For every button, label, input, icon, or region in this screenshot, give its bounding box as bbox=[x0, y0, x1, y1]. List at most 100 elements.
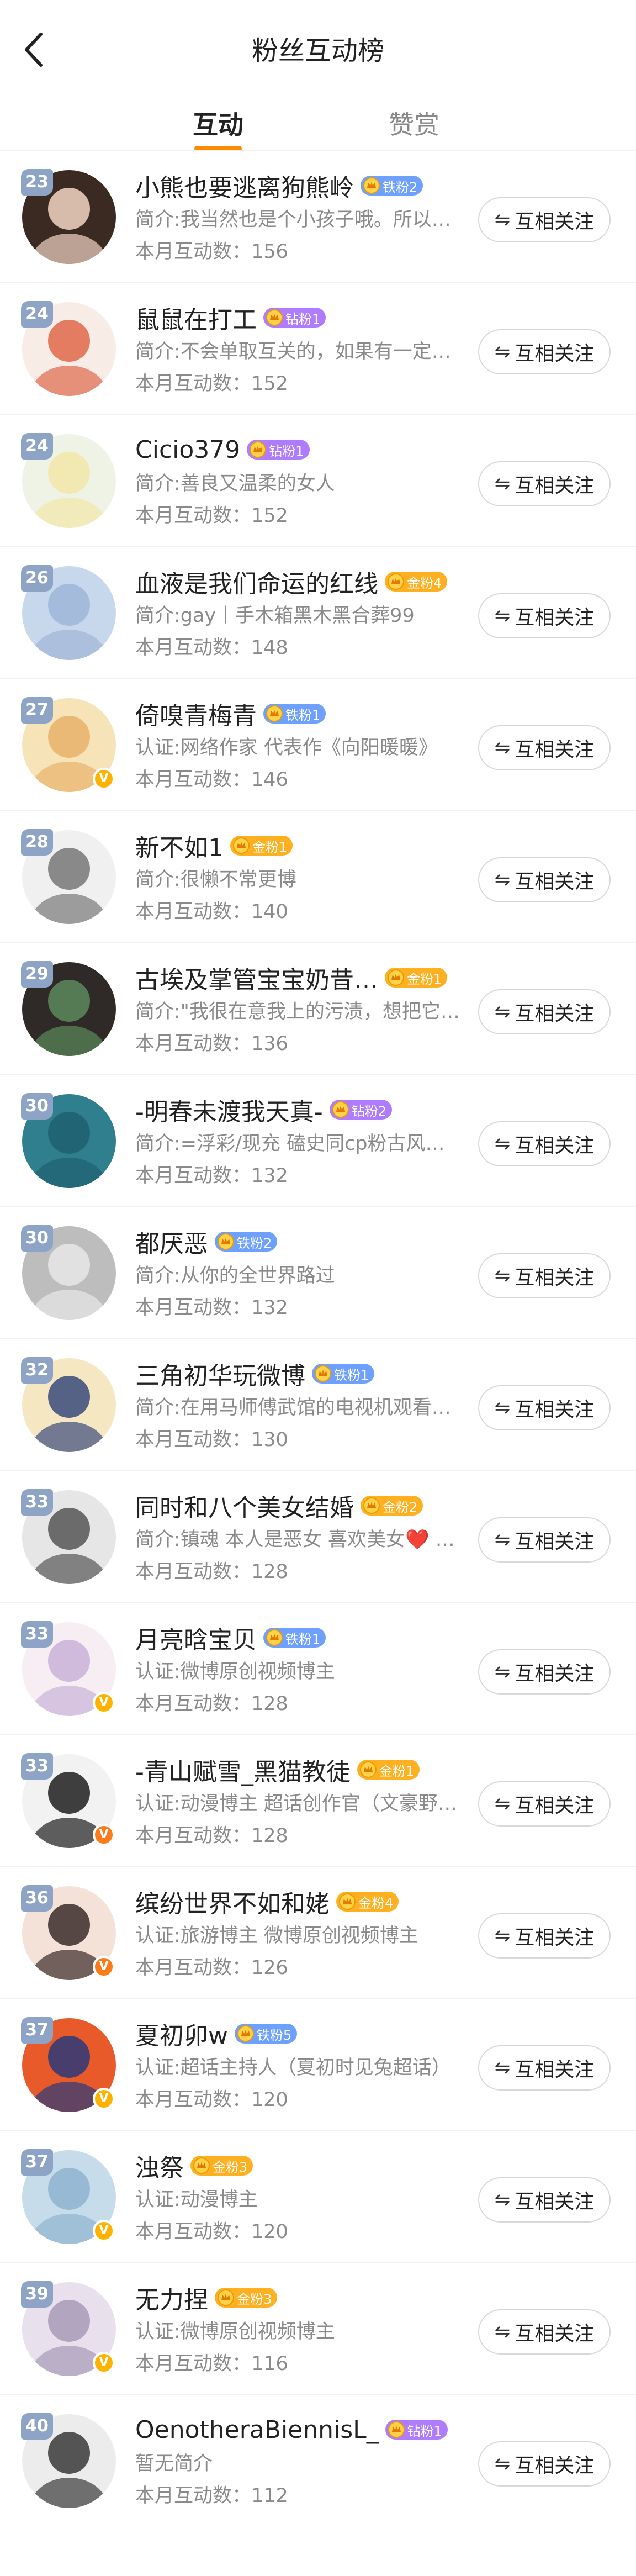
list-item[interactable]: 26 血液是我们命运的红线 金粉4 简介:gay丨手木箱黑木黑合葬99 本月互动… bbox=[0, 546, 636, 678]
list-item[interactable]: 37 V 夏初卯w 铁粉5 认证:超话主持人（夏初时见兔超话） 本月互动数：12… bbox=[0, 1998, 636, 2130]
user-name[interactable]: 无力捏 bbox=[135, 2280, 208, 2315]
list-item[interactable]: 39 V 无力捏 金粉3 认证:微博原创视频博主 本月互动数：116 ⇋ 互相关… bbox=[0, 2262, 636, 2394]
user-name[interactable]: 缤纷世界不如和姥 bbox=[135, 1884, 330, 1919]
user-name[interactable]: 三角初华玩微博 bbox=[135, 1356, 305, 1391]
mutual-follow-button[interactable]: ⇋ 互相关注 bbox=[478, 1385, 611, 1430]
follow-button-label: 互相关注 bbox=[515, 2454, 595, 2477]
avatar-wrapper[interactable]: 33 bbox=[21, 1489, 116, 1584]
user-info: 都厌恶 铁粉2 简介:从你的全世界路过 本月互动数：132 bbox=[135, 1223, 467, 1324]
list-item[interactable]: 30 都厌恶 铁粉2 简介:从你的全世界路过 本月互动数：132 ⇋ 互相关注 bbox=[0, 1206, 636, 1338]
user-name[interactable]: 浊祭 bbox=[135, 2148, 184, 2183]
avatar-wrapper[interactable]: 23 bbox=[21, 169, 116, 264]
mutual-follow-button[interactable]: ⇋ 互相关注 bbox=[478, 2441, 611, 2487]
fan-crown-icon bbox=[388, 2421, 405, 2438]
user-name[interactable]: 月亮晗宝贝 bbox=[135, 1620, 257, 1655]
mutual-follow-button[interactable]: ⇋ 互相关注 bbox=[478, 593, 611, 638]
user-info: 小熊也要逃离狗熊岭 铁粉2 简介:我当然也是个小孩子哦。所以这里什么 本月互动数… bbox=[135, 167, 467, 268]
avatar-wrapper[interactable]: 40 bbox=[21, 2413, 116, 2508]
avatar-wrapper[interactable]: 27 V bbox=[21, 697, 116, 792]
user-name[interactable]: 鼠鼠在打工 bbox=[135, 300, 257, 335]
list-item[interactable]: 30 -明春未渡我天真- 钻粉2 简介:=浮彩/现充 磕史同cp粉古风文写手 本… bbox=[0, 1074, 636, 1206]
avatar-wrapper[interactable]: 29 bbox=[21, 961, 116, 1056]
user-name[interactable]: 都厌恶 bbox=[135, 1224, 208, 1259]
avatar-wrapper[interactable]: 36 V bbox=[21, 1885, 116, 1980]
user-info: 夏初卯w 铁粉5 认证:超话主持人（夏初时见兔超话） 本月互动数：120 bbox=[135, 2015, 467, 2116]
avatar-wrapper[interactable]: 26 bbox=[21, 565, 116, 660]
mutual-follow-button[interactable]: ⇋ 互相关注 bbox=[478, 1253, 611, 1298]
list-item[interactable]: 28 新不如1 金粉1 简介:很懒不常更博 本月互动数：140 ⇋ 互相关注 bbox=[0, 810, 636, 942]
list-item[interactable]: 33 同时和八个美女结婚 金粉2 简介:镇魂 本人是恶女 喜欢美女❤️ 写… 本… bbox=[0, 1470, 636, 1602]
avatar-wrapper[interactable]: 24 bbox=[21, 301, 116, 396]
mutual-follow-button[interactable]: ⇋ 互相关注 bbox=[478, 2045, 611, 2091]
list-item[interactable]: 37 V 浊祭 金粉3 认证:动漫博主 本月互动数：120 ⇋ 互相关注 bbox=[0, 2130, 636, 2262]
mutual-follow-button[interactable]: ⇋ 互相关注 bbox=[478, 329, 611, 374]
rank-badge: 26 bbox=[21, 565, 53, 592]
mutual-follow-button[interactable]: ⇋ 互相关注 bbox=[478, 1121, 611, 1166]
fan-level-label: 铁粉5 bbox=[257, 2027, 292, 2043]
list-item[interactable]: 32 三角初华玩微博 铁粉1 简介:在用马师傅武馆的电视机观看少年跳 本月互动数… bbox=[0, 1338, 636, 1470]
follow-button-label: 互相关注 bbox=[515, 2058, 595, 2081]
follow-button-label: 互相关注 bbox=[515, 606, 595, 629]
user-name[interactable]: -青山赋雪_黑猫教徒 bbox=[135, 1752, 351, 1787]
interaction-count: 本月互动数：132 bbox=[135, 1297, 288, 1319]
list-item[interactable]: 36 V 缤纷世界不如和姥 金粉4 认证:旅游博主 微博原创视频博主 本月互动数… bbox=[0, 1866, 636, 1998]
list-item[interactable]: 24 Cicio379 钻粉1 简介:善良又温柔的女人 本月互动数：152 ⇋ … bbox=[0, 414, 636, 546]
list-item[interactable]: 33 V -青山赋雪_黑猫教徒 金粉1 认证:动漫博主 超话创作官（文豪野犬超 … bbox=[0, 1734, 636, 1866]
fan-level-label: 金粉3 bbox=[213, 2159, 248, 2175]
fan-level-badge: 钻粉1 bbox=[385, 2420, 448, 2440]
avatar-wrapper[interactable]: 32 bbox=[21, 1357, 116, 1452]
fan-level-badge: 铁粉2 bbox=[361, 176, 423, 196]
avatar-wrapper[interactable]: 30 bbox=[21, 1225, 116, 1320]
mutual-follow-button[interactable]: ⇋ 互相关注 bbox=[478, 197, 611, 242]
mutual-follow-icon: ⇋ bbox=[494, 2453, 511, 2475]
user-name[interactable]: 古埃及掌管宝宝奶昔… bbox=[135, 960, 378, 995]
mutual-follow-button[interactable]: ⇋ 互相关注 bbox=[478, 989, 611, 1034]
mutual-follow-button[interactable]: ⇋ 互相关注 bbox=[478, 1517, 611, 1563]
tab-appreciation[interactable]: 赞赏 bbox=[359, 105, 469, 141]
avatar-wrapper[interactable]: 28 bbox=[21, 829, 116, 924]
mutual-follow-button[interactable]: ⇋ 互相关注 bbox=[478, 1781, 611, 1827]
user-name[interactable]: 小熊也要逃离狗熊岭 bbox=[135, 168, 354, 203]
list-item[interactable]: 23 小熊也要逃离狗熊岭 铁粉2 简介:我当然也是个小孩子哦。所以这里什么 本月… bbox=[0, 150, 636, 282]
mutual-follow-button[interactable]: ⇋ 互相关注 bbox=[478, 2177, 611, 2223]
fan-level-label: 金粉4 bbox=[358, 1895, 394, 1911]
user-name[interactable]: -明春未渡我天真- bbox=[135, 1092, 323, 1127]
user-name[interactable]: 新不如1 bbox=[135, 828, 224, 863]
tab-interaction[interactable]: 互动 bbox=[163, 105, 273, 141]
user-name[interactable]: 夏初卯w bbox=[135, 2016, 228, 2051]
user-name[interactable]: 同时和八个美女结婚 bbox=[135, 1488, 354, 1523]
list-item[interactable]: 33 V 月亮晗宝贝 铁粉1 认证:微博原创视频博主 本月互动数：128 ⇋ 互… bbox=[0, 1602, 636, 1734]
avatar-wrapper[interactable]: 33 V bbox=[21, 1753, 116, 1848]
fan-level-label: 钻粉1 bbox=[407, 2423, 442, 2439]
list-item[interactable]: 27 V 倚嗅青梅青 铁粉1 认证:网络作家 代表作《向阳暖暖》 本月互动数：1… bbox=[0, 678, 636, 810]
list-item[interactable]: 29 古埃及掌管宝宝奶昔… 金粉1 简介:"我很在意我上的污渍，想把它擦掉" 本… bbox=[0, 942, 636, 1074]
user-info: 无力捏 金粉3 认证:微博原创视频博主 本月互动数：116 bbox=[135, 2279, 467, 2380]
user-description: 简介:"我很在意我上的污渍，想把它擦掉" bbox=[135, 1001, 461, 1023]
user-description: 认证:动漫博主 超话创作官（文豪野犬超 bbox=[135, 1793, 461, 1815]
list-item[interactable]: 24 鼠鼠在打工 钻粉1 简介:不会单取互关的，如果有一定要关注 本月互动数：1… bbox=[0, 282, 636, 414]
mutual-follow-button[interactable]: ⇋ 互相关注 bbox=[478, 725, 611, 770]
user-name[interactable]: Cicio379 bbox=[135, 436, 240, 464]
mutual-follow-button[interactable]: ⇋ 互相关注 bbox=[478, 857, 611, 902]
mutual-follow-button[interactable]: ⇋ 互相关注 bbox=[478, 461, 611, 506]
user-name[interactable]: OenotheraBiennisL_ bbox=[135, 2416, 379, 2444]
mutual-follow-icon: ⇋ bbox=[494, 2321, 511, 2343]
avatar-wrapper[interactable]: 37 V bbox=[21, 2017, 116, 2112]
mutual-follow-button[interactable]: ⇋ 互相关注 bbox=[478, 2309, 611, 2355]
mutual-follow-icon: ⇋ bbox=[494, 2189, 511, 2211]
avatar-wrapper[interactable]: 37 V bbox=[21, 2149, 116, 2244]
fan-ranking-list: 23 小熊也要逃离狗熊岭 铁粉2 简介:我当然也是个小孩子哦。所以这里什么 本月… bbox=[0, 150, 636, 2526]
user-name[interactable]: 倚嗅青梅青 bbox=[135, 696, 257, 731]
rank-badge: 37 bbox=[21, 2149, 53, 2176]
follow-button-label: 互相关注 bbox=[515, 738, 595, 761]
avatar-wrapper[interactable]: 39 V bbox=[21, 2281, 116, 2376]
mutual-follow-button[interactable]: ⇋ 互相关注 bbox=[478, 1913, 611, 1959]
mutual-follow-button[interactable]: ⇋ 互相关注 bbox=[478, 1649, 611, 1695]
mutual-follow-icon: ⇋ bbox=[494, 1133, 511, 1155]
avatar-wrapper[interactable]: 24 bbox=[21, 433, 116, 528]
avatar-wrapper[interactable]: 30 bbox=[21, 1093, 116, 1188]
user-name[interactable]: 血液是我们命运的红线 bbox=[135, 564, 378, 599]
avatar-wrapper[interactable]: 33 V bbox=[21, 1621, 116, 1716]
list-item[interactable]: 40 OenotheraBiennisL_ 钻粉1 暂无简介 本月互动数：112… bbox=[0, 2394, 636, 2526]
fan-crown-icon bbox=[363, 1497, 380, 1514]
